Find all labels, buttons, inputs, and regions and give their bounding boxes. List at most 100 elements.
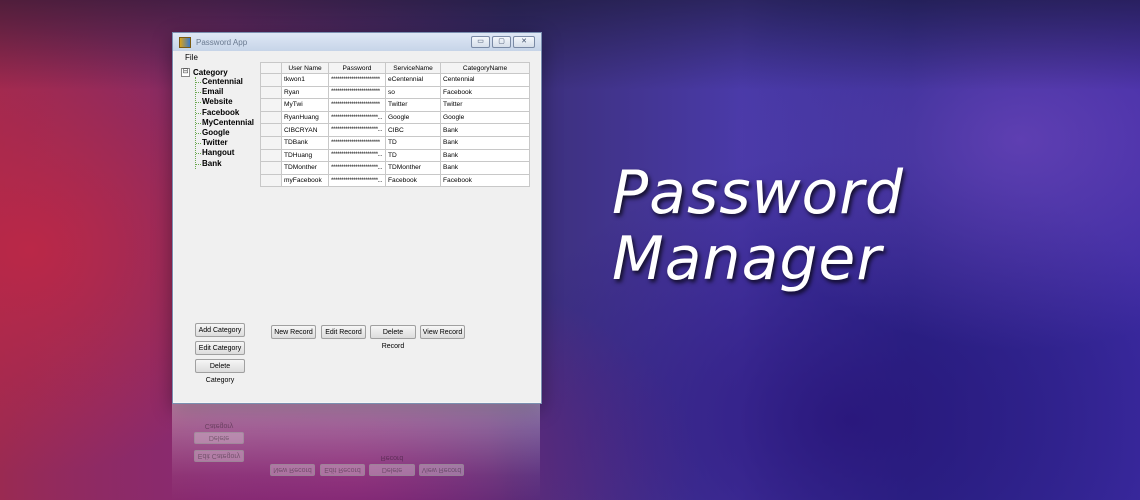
row-header[interactable] xyxy=(260,123,282,137)
cell-username[interactable]: myFacebook xyxy=(281,173,329,188)
new-record-button[interactable]: New Record xyxy=(271,325,316,339)
cell-password[interactable]: ************************ xyxy=(328,98,386,112)
cell-password[interactable]: ***********************... xyxy=(328,173,386,188)
row-header[interactable] xyxy=(260,135,282,150)
cell-categoryname[interactable]: Bank xyxy=(440,148,530,163)
password-app-window: Password App ▭ ▢ ✕ File ⊟ Category Cente… xyxy=(172,32,542,404)
column-header-username[interactable]: User Name xyxy=(281,62,329,74)
cell-username[interactable]: RyanHuang xyxy=(281,110,329,125)
column-header-password[interactable]: Password xyxy=(328,62,386,74)
cell-password[interactable]: ***********************... xyxy=(328,161,386,175)
table-row[interactable]: RyanHuang ***********************... Googl… xyxy=(260,110,530,125)
tree-item[interactable]: Bank xyxy=(196,159,254,169)
cell-categoryname[interactable]: Bank xyxy=(440,161,530,175)
table-row[interactable]: tkwon1 ************************ eCentennia… xyxy=(260,73,530,87)
cell-categoryname[interactable]: Bank xyxy=(440,123,530,137)
window-title: Password App xyxy=(196,37,248,47)
cell-servicename[interactable]: TD xyxy=(385,135,441,150)
delete-record-button[interactable]: Delete Record xyxy=(370,325,416,350)
cell-username[interactable]: Ryan xyxy=(281,85,329,100)
cell-servicename[interactable]: Google xyxy=(385,110,441,125)
table-row[interactable]: myFacebook ***********************... Face… xyxy=(260,173,530,188)
tree-item[interactable]: Google xyxy=(196,128,254,138)
grid-header-row: User Name Password ServiceName CategoryN… xyxy=(260,62,530,74)
cell-categoryname[interactable]: Google xyxy=(440,110,530,125)
cell-username[interactable]: CIBCRYAN xyxy=(281,123,329,137)
add-category-button[interactable]: Add Category xyxy=(195,323,245,337)
category-tree: ⊟ Category Centennial Email Website Faceboo… xyxy=(181,67,254,169)
row-header[interactable] xyxy=(260,85,282,100)
grid-body: tkwon1 ************************ eCentennia… xyxy=(260,73,530,188)
cell-password[interactable]: ************************ xyxy=(328,85,386,100)
tree-root[interactable]: ⊟ Category xyxy=(181,67,254,77)
row-header[interactable] xyxy=(260,98,282,112)
cell-username[interactable]: TDMonther xyxy=(281,161,329,175)
edit-record-button[interactable]: Edit Record xyxy=(321,325,366,339)
tree-children: Centennial Email Website Facebook MyCentenni… xyxy=(195,77,254,169)
table-row[interactable]: CIBCRYAN ***********************... CIBC Ba… xyxy=(260,123,530,137)
table-row[interactable]: Ryan ************************ so Facebook xyxy=(260,85,530,100)
tree-item[interactable]: Facebook xyxy=(196,108,254,118)
tree-item[interactable]: Hangout xyxy=(196,148,254,158)
reflection-new-record: New Record xyxy=(270,464,315,476)
tree-item[interactable]: Twitter xyxy=(196,138,254,148)
headline-line1: Password xyxy=(612,158,905,228)
cell-categoryname[interactable]: Centennial xyxy=(440,73,530,87)
row-header[interactable] xyxy=(260,148,282,163)
row-header[interactable] xyxy=(260,173,282,188)
close-button[interactable]: ✕ xyxy=(513,36,535,48)
tree-item[interactable]: Email xyxy=(196,87,254,97)
grid-corner xyxy=(260,62,282,74)
minimize-button[interactable]: ▭ xyxy=(471,36,490,48)
app-icon xyxy=(179,36,191,48)
cell-servicename[interactable]: TD xyxy=(385,148,441,163)
cell-password[interactable]: ************************ xyxy=(328,73,386,87)
window-controls: ▭ ▢ ✕ xyxy=(471,36,535,48)
cell-servicename[interactable]: Twitter xyxy=(385,98,441,112)
tree-item[interactable]: MyCentennial xyxy=(196,118,254,128)
cell-categoryname[interactable]: Facebook xyxy=(440,85,530,100)
cell-password[interactable]: ************************ xyxy=(328,135,386,150)
cell-categoryname[interactable]: Facebook xyxy=(440,173,530,188)
row-header[interactable] xyxy=(260,110,282,125)
collapse-icon[interactable]: ⊟ xyxy=(181,67,190,77)
delete-category-button[interactable]: Delete Category xyxy=(195,359,245,384)
column-header-servicename[interactable]: ServiceName xyxy=(385,62,441,74)
table-row[interactable]: TDBank ************************ TD Bank xyxy=(260,135,530,150)
window-reflection: Delete Category Edit Category New Record… xyxy=(172,404,540,500)
cell-categoryname[interactable]: Twitter xyxy=(440,98,530,112)
row-header[interactable] xyxy=(260,161,282,175)
cell-username[interactable]: TDHuang xyxy=(281,148,329,163)
cell-username[interactable]: MyTwi xyxy=(281,98,329,112)
cell-password[interactable]: ***********************... xyxy=(328,123,386,137)
cell-servicename[interactable]: eCentennial xyxy=(385,73,441,87)
reflection-delete-record: Delete Record xyxy=(369,454,415,476)
cell-username[interactable]: tkwon1 xyxy=(281,73,329,87)
background-shade xyxy=(0,0,1140,90)
cell-servicename[interactable]: so xyxy=(385,85,441,100)
table-row[interactable]: TDMonther ***********************... TDMon… xyxy=(260,161,530,175)
reflection-delete-category: Delete Category xyxy=(194,422,244,444)
cell-username[interactable]: TDBank xyxy=(281,135,329,150)
tree-item[interactable]: Centennial xyxy=(196,77,254,87)
edit-category-button[interactable]: Edit Category xyxy=(195,341,245,355)
row-header[interactable] xyxy=(260,73,282,87)
menu-file[interactable]: File xyxy=(185,53,198,62)
cell-servicename[interactable]: CIBC xyxy=(385,123,441,137)
cell-categoryname[interactable]: Bank xyxy=(440,135,530,150)
table-row[interactable]: TDHuang ***********************... TD Bank xyxy=(260,148,530,163)
maximize-button[interactable]: ▢ xyxy=(492,36,511,48)
column-header-categoryname[interactable]: CategoryName xyxy=(440,62,530,74)
cell-password[interactable]: ***********************... xyxy=(328,148,386,163)
cell-password[interactable]: ***********************... xyxy=(328,110,386,125)
tree-item[interactable]: Website xyxy=(196,97,254,107)
records-grid: User Name Password ServiceName CategoryN… xyxy=(260,62,530,188)
cell-servicename[interactable]: Facebook xyxy=(385,173,441,188)
table-row[interactable]: MyTwi ************************ Twitter Twit… xyxy=(260,98,530,112)
view-record-button[interactable]: View Record xyxy=(420,325,465,339)
cell-servicename[interactable]: TDMonther xyxy=(385,161,441,175)
title-bar[interactable]: Password App ▭ ▢ ✕ xyxy=(173,33,541,51)
tree-root-label: Category xyxy=(193,67,228,77)
reflection-edit-category: Edit Category xyxy=(194,450,244,462)
headline-line2: Manager xyxy=(612,224,882,294)
